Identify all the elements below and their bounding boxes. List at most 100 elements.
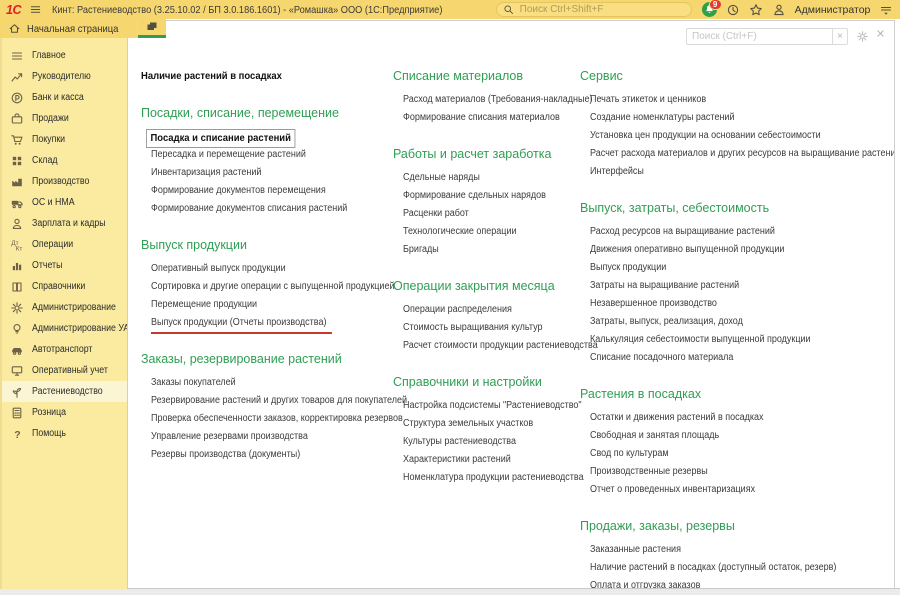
menu-item-label: Управление резервами производства	[151, 431, 308, 442]
menu-item[interactable]: Расчет стоимости продукции растениеводст…	[393, 338, 598, 356]
menu-item[interactable]: Свод по культурам	[580, 446, 880, 464]
bank-icon	[10, 91, 24, 105]
menu-item[interactable]: Печать этикеток и ценников	[580, 92, 880, 110]
menu-item[interactable]: Калькуляция себестоимости выпущенной про…	[580, 332, 880, 350]
menu-item[interactable]: Формирование списания материалов	[393, 110, 598, 128]
menu-item[interactable]: Операции распределения	[393, 302, 598, 320]
history-icon[interactable]	[726, 3, 740, 17]
favorites-star-icon[interactable]	[749, 3, 763, 17]
menu-item[interactable]: Перемещение продукции	[141, 297, 391, 315]
sidebar-item-administration-uau[interactable]: Администрирование УАУ	[2, 318, 127, 339]
sidebar-item-warehouse[interactable]: Склад	[2, 150, 127, 171]
tab-home-page[interactable]: Начальная страница	[0, 19, 138, 38]
menu-item[interactable]: Культуры растениеводства	[393, 434, 598, 452]
sidebar-item-payroll[interactable]: Зарплата и кадры	[2, 213, 127, 234]
sidebar-item-administration[interactable]: Администрирование	[2, 297, 127, 318]
user-icon[interactable]	[772, 3, 786, 17]
menu-item-label: Заказанные растения	[590, 544, 681, 555]
menu-item[interactable]: Резервирование растений и других товаров…	[141, 393, 407, 411]
menu-item[interactable]: Расход материалов (Требования-накладные)	[393, 92, 598, 110]
sidebar-item-retail[interactable]: Розница	[2, 402, 127, 423]
menu-item[interactable]: Наличие растений в посадках	[141, 69, 391, 87]
menu-item[interactable]: Отчет о проведенных инвентаризациях	[580, 482, 880, 500]
menu-item[interactable]: Технологические операции	[393, 224, 598, 242]
menu-item[interactable]: Незавершенное производство	[580, 296, 880, 314]
menu-item[interactable]: Управление резервами производства	[141, 429, 391, 447]
menu-item[interactable]: Пересадка и перемещение растений	[141, 147, 391, 165]
menu-item[interactable]: Резервы производства (документы)	[141, 447, 391, 465]
sidebar-item-label: Отчеты	[32, 260, 63, 271]
menu-item[interactable]: Сдельные наряды	[393, 170, 598, 188]
section-header: Посадки, списание, перемещение	[141, 106, 339, 120]
sidebar-item-manager[interactable]: Руководителю	[2, 66, 127, 87]
sidebar-item-crop-production[interactable]: Растениеводство	[2, 381, 127, 402]
menu-item[interactable]: Инвентаризация растений	[141, 165, 391, 183]
menu-item[interactable]: Структура земельных участков	[393, 416, 598, 434]
menu-item[interactable]: Заказы покупателей	[141, 375, 391, 393]
sidebar-item-catalogs[interactable]: Справочники	[2, 276, 127, 297]
menu-item[interactable]: Затраты на выращивание растений	[580, 278, 880, 296]
menu-item[interactable]: Характеристики растений	[393, 452, 598, 470]
menu-item[interactable]: Формирование документов списания растени…	[141, 201, 391, 219]
global-search[interactable]	[495, 2, 692, 17]
panel-search-clear-icon[interactable]: ×	[832, 28, 848, 45]
section-header: Операции закрытия месяца	[393, 279, 555, 293]
global-search-input[interactable]	[517, 3, 685, 16]
sidebar-item-production[interactable]: Производство	[2, 171, 127, 192]
menu-item[interactable]: Создание номенклатуры растений	[580, 110, 880, 128]
menu-item[interactable]: Интерфейсы	[580, 164, 880, 182]
menu-item[interactable]: Списание посадочного материала	[580, 350, 880, 368]
sidebar-item-operations[interactable]: Дт Кт Операции	[2, 234, 127, 255]
menu-item[interactable]: Расход ресурсов на выращивание растений	[580, 224, 880, 242]
sidebar-item-bank-cash[interactable]: Банк и касса	[2, 87, 127, 108]
menu-item[interactable]: Производственные резервы	[580, 464, 880, 482]
sidebar-item-fixed-assets[interactable]: ОС и НМА	[2, 192, 127, 213]
tab-active-section[interactable]	[137, 19, 166, 38]
menu-item[interactable]: Стоимость выращивания культур	[393, 320, 598, 338]
menu-item-label: Бригады	[403, 244, 439, 255]
menu-item[interactable]: Свободная и занятая площадь	[580, 428, 880, 446]
menu-item[interactable]: Движения оперативно выпущенной продукции	[580, 242, 880, 260]
sidebar-item-transport[interactable]: Автотранспорт	[2, 339, 127, 360]
plant-icon	[10, 385, 24, 399]
menu-item[interactable]: Сортировка и другие операции с выпущенно…	[141, 279, 395, 297]
menu-item-label: Пересадка и перемещение растений	[151, 149, 306, 160]
menu-item[interactable]: Заказанные растения	[580, 542, 880, 560]
menu-item[interactable]: Остатки и движения растений в посадках	[580, 410, 880, 428]
menu-section: Операции закрытия месяца Операции распред…	[393, 279, 598, 356]
sidebar-item-sales[interactable]: Продажи	[2, 108, 127, 129]
sidebar-item-purchases[interactable]: Покупки	[2, 129, 127, 150]
menu-item-label: Свободная и занятая площадь	[590, 430, 720, 441]
sidebar-item-main[interactable]: Главное	[2, 45, 127, 66]
menu-item[interactable]: Выпуск продукции	[580, 260, 880, 278]
menu-item-label: Характеристики растений	[403, 454, 511, 465]
notifications-bell-icon[interactable]: 9	[701, 0, 722, 17]
menu-item[interactable]: Наличие растений в посадках (доступный о…	[580, 560, 880, 578]
panel-search-input[interactable]	[686, 28, 832, 45]
sidebar-item-reports[interactable]: Отчеты	[2, 255, 127, 276]
current-user[interactable]: Администратор	[795, 4, 871, 16]
menu-item[interactable]: Затраты, выпуск, реализация, доход	[580, 314, 880, 332]
menu-item[interactable]: Номенклатура продукции растениеводства	[393, 470, 598, 488]
menu-item-label: Отчет о проведенных инвентаризациях	[590, 484, 756, 495]
menu-item[interactable]: Установка цен продукции на основании себ…	[580, 128, 880, 146]
sidebar-item-operational-accounting[interactable]: Оперативный учет	[2, 360, 127, 381]
menu-item[interactable]: Формирование сдельных нарядов	[393, 188, 598, 206]
menu-item[interactable]: Выпуск продукции (Отчеты производства)	[141, 315, 391, 334]
menu-item[interactable]: Настройка подсистемы "Растениеводство"	[393, 398, 598, 416]
panel-gear-icon[interactable]	[856, 30, 869, 43]
menu-item[interactable]: Проверка обеспеченности заказов, коррект…	[141, 411, 403, 429]
menu-item-label: Формирование документов перемещения	[151, 185, 326, 196]
service-menu-icon[interactable]	[879, 3, 893, 17]
menu-item[interactable]: Оперативный выпуск продукции	[141, 261, 391, 279]
menu-item[interactable]: Посадка и списание растений	[141, 129, 391, 148]
book-icon	[10, 280, 24, 294]
menu-item[interactable]: Формирование документов перемещения	[141, 183, 391, 201]
main-menu-icon[interactable]	[29, 3, 42, 16]
menu-item-label: Свод по культурам	[590, 448, 669, 459]
menu-item[interactable]: Расценки работ	[393, 206, 598, 224]
panel-close-icon[interactable]	[875, 28, 886, 39]
menu-item[interactable]: Бригады	[393, 242, 598, 260]
sidebar-item-help[interactable]: ? Помощь	[2, 423, 127, 444]
menu-item[interactable]: Расчет расхода материалов и других ресур…	[580, 146, 894, 164]
